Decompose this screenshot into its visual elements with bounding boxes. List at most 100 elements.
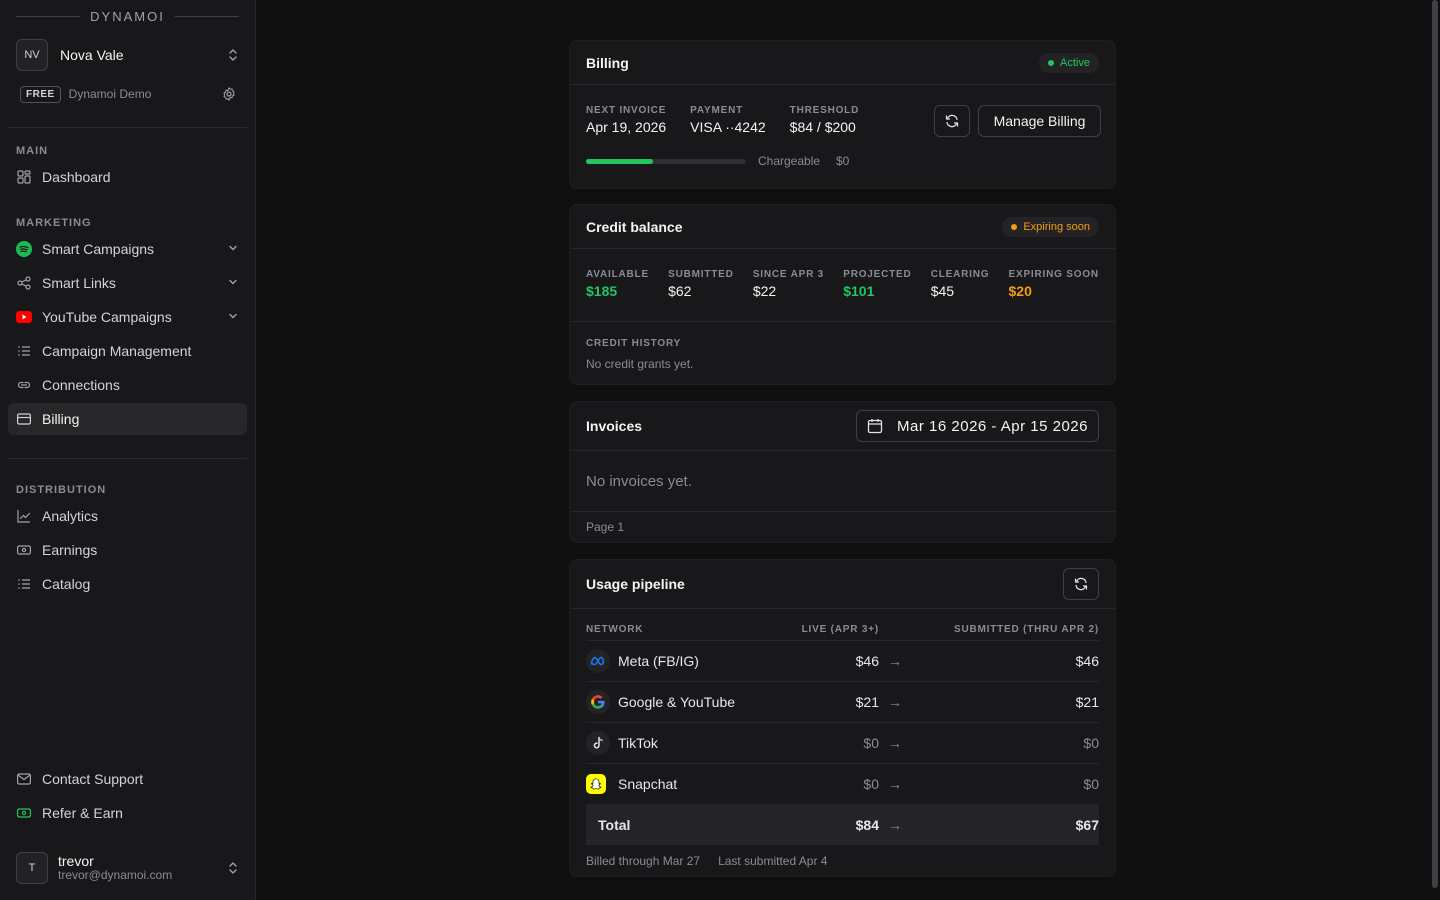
arrow-right-icon: → xyxy=(888,653,902,669)
workspace-name: Nova Vale xyxy=(60,47,124,63)
sidebar-item-smart-links[interactable]: Smart Links xyxy=(8,267,247,299)
user-meta: trevor trevor@dynamoi.com xyxy=(58,854,227,882)
usage-footer: Billed through Mar 27 Last submitted Apr… xyxy=(586,854,827,868)
threshold: THRESHOLD $84 / $200 xyxy=(790,105,859,135)
usage-title: Usage pipeline xyxy=(586,576,685,592)
sidebar-item-label: Smart Links xyxy=(42,275,116,291)
chevron-down-icon xyxy=(227,275,239,291)
sidebar-item-label: Billing xyxy=(42,411,80,427)
threshold-progress-fill xyxy=(586,159,654,164)
section-label-main: MAIN xyxy=(16,145,49,157)
gear-icon[interactable] xyxy=(221,86,237,102)
threshold-label: THRESHOLD xyxy=(789,105,860,116)
total-live: $84 xyxy=(855,816,879,833)
youtube-icon xyxy=(16,309,32,325)
user-email: trevor@dynamoi.com xyxy=(58,868,173,882)
payment: PAYMENT VISA ··4242 xyxy=(690,105,766,135)
workspace-avatar: NV xyxy=(16,39,48,71)
credit-balance-card: Credit balance Expiring soon AVAILABLE $1… xyxy=(569,204,1116,385)
refresh-icon xyxy=(1074,577,1088,591)
user-name: trevor xyxy=(58,853,94,869)
next-invoice: NEXT INVOICE Apr 19, 2026 xyxy=(586,105,666,135)
credit-stat-value: $45 xyxy=(930,283,955,299)
table-row: Snapchat $0 → $0 xyxy=(586,763,1099,804)
status-text: Active xyxy=(1060,56,1090,69)
sidebar-item-catalog[interactable]: Catalog xyxy=(8,568,247,600)
dashboard-icon xyxy=(16,169,32,185)
sidebar-item-billing[interactable]: Billing xyxy=(8,403,247,435)
network-name: Snapchat xyxy=(618,776,678,792)
credit-stat-value: $185 xyxy=(586,283,618,299)
sidebar-item-analytics[interactable]: Analytics xyxy=(8,500,247,532)
credit-title: Credit balance xyxy=(586,218,683,235)
section-label-distribution: DISTRIBUTION xyxy=(16,484,107,496)
live-value: $0 xyxy=(863,776,879,792)
usage-refresh-button[interactable] xyxy=(1063,568,1099,600)
network-name: Meta (FB/IG) xyxy=(618,653,699,669)
credit-stat-label: PROJECTED xyxy=(843,269,912,280)
invoices-card: Invoices Mar 16 2026 - Apr 15 2026 No in… xyxy=(569,401,1116,543)
column-live: LIVE (APR 3+) xyxy=(801,623,879,635)
arrow-right-icon: → xyxy=(888,816,902,833)
credit-stat: SUBMITTED $62 xyxy=(668,269,734,299)
user-avatar: T xyxy=(16,852,48,884)
sidebar-item-refer-earn[interactable]: Refer & Earn xyxy=(8,797,247,829)
chevron-up-down-icon xyxy=(227,860,239,876)
threshold-value: $84 / $200 xyxy=(789,119,856,135)
usage-table-header: NETWORK LIVE (APR 3+) SUBMITTED (THRU AP… xyxy=(586,618,1099,640)
invoices-empty: No invoices yet. xyxy=(586,473,692,490)
refresh-button[interactable] xyxy=(934,105,970,137)
refresh-icon xyxy=(945,114,959,128)
threshold-progress-bar xyxy=(586,159,746,164)
billing-stats: NEXT INVOICE Apr 19, 2026 PAYMENT VISA ·… xyxy=(586,105,859,135)
sidebar-item-smart-campaigns[interactable]: Smart Campaigns xyxy=(8,233,247,265)
billing-card: Billing Active NEXT INVOICE Apr 19, 2026… xyxy=(569,40,1116,189)
expiring-text: Expiring soon xyxy=(1023,220,1090,233)
sidebar-item-label: Connections xyxy=(42,377,120,393)
date-range-picker[interactable]: Mar 16 2026 - Apr 15 2026 xyxy=(856,410,1099,442)
next-invoice-label: NEXT INVOICE xyxy=(586,105,667,116)
user-menu[interactable]: T trevor trevor@dynamoi.com xyxy=(16,852,239,884)
live-value: $46 xyxy=(855,653,879,669)
date-range-text: Mar 16 2026 - Apr 15 2026 xyxy=(897,417,1088,435)
sidebar-item-label: Analytics xyxy=(42,508,99,524)
sidebar-item-label: Catalog xyxy=(42,576,91,592)
credit-card-header: Credit balance Expiring soon xyxy=(570,205,1115,249)
brand-header: DYNAMOI xyxy=(16,8,240,24)
credit-history-label: CREDIT HISTORY xyxy=(586,338,682,349)
chargeable-label: Chargeable xyxy=(758,154,821,168)
sidebar-item-label: YouTube Campaigns xyxy=(42,309,172,325)
sidebar-item-dashboard[interactable]: Dashboard xyxy=(8,161,247,193)
payment-label: PAYMENT xyxy=(690,105,744,116)
manage-billing-button[interactable]: Manage Billing xyxy=(978,105,1101,137)
status-dot xyxy=(1048,59,1055,66)
credit-card-icon xyxy=(16,411,32,427)
snapchat-icon xyxy=(586,774,606,794)
chevron-up-down-icon xyxy=(227,47,239,63)
sidebar-item-youtube-campaigns[interactable]: YouTube Campaigns xyxy=(8,301,247,333)
sidebar-item-label: Campaign Management xyxy=(42,343,192,359)
credit-stat-label: CLEARING xyxy=(930,269,990,280)
credit-history-empty: No credit grants yet. xyxy=(586,357,694,371)
arrow-right-icon: → xyxy=(888,694,902,710)
brand-divider-right xyxy=(174,15,240,17)
sidebar-item-connections[interactable]: Connections xyxy=(8,369,247,401)
workspace-switcher[interactable]: NV Nova Vale xyxy=(16,38,239,72)
credit-stat-value: $22 xyxy=(752,283,777,299)
plan-row: FREE Dynamoi Demo xyxy=(20,84,237,104)
last-submitted: Last submitted Apr 4 xyxy=(718,854,828,868)
page-scrollbar[interactable] xyxy=(1432,0,1438,888)
submitted-value: $46 xyxy=(1075,653,1099,669)
sidebar-item-earnings[interactable]: Earnings xyxy=(8,534,247,566)
list-icon xyxy=(16,343,32,359)
next-invoice-value: Apr 19, 2026 xyxy=(586,119,667,135)
sidebar-item-contact-support[interactable]: Contact Support xyxy=(8,763,247,795)
credit-stat-label: SUBMITTED xyxy=(668,269,734,280)
sidebar-divider xyxy=(8,127,247,128)
sidebar-item-campaign-management[interactable]: Campaign Management xyxy=(8,335,247,367)
page-indicator: Page 1 xyxy=(586,520,625,534)
table-row: Meta (FB/IG) $46 → $46 xyxy=(586,640,1099,681)
credit-stat: AVAILABLE $185 xyxy=(586,269,649,299)
credit-stat-value: $62 xyxy=(668,283,692,299)
credit-stat-value: $101 xyxy=(843,283,875,299)
